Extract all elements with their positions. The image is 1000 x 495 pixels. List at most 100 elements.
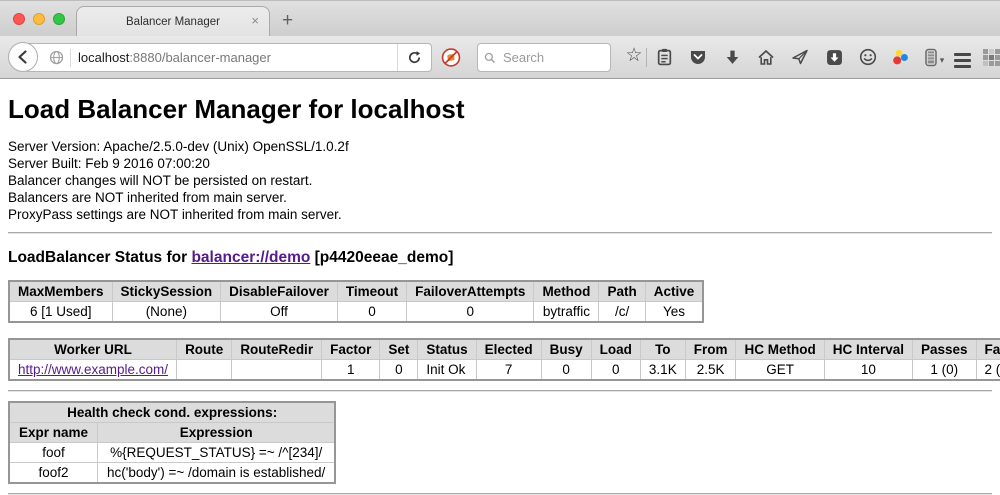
table-header-row: Expr name Expression	[9, 423, 335, 443]
health-table-title: Health check cond. expressions:	[9, 402, 335, 423]
heading-prefix: LoadBalancer Status for	[8, 249, 191, 266]
server-version: Server Version: Apache/2.5.0-dev (Unix) …	[8, 138, 992, 155]
tab-close-icon[interactable]: ×	[251, 14, 259, 28]
window-minimize-button[interactable]	[33, 13, 45, 25]
dropdown-caret-icon[interactable]: ▾	[936, 50, 948, 70]
toolbar-separator	[646, 48, 647, 67]
cell-active: Yes	[645, 302, 703, 323]
cell-stickysession: (None)	[112, 302, 221, 323]
col-header: Passes	[912, 339, 976, 360]
col-header: From	[685, 339, 736, 360]
cell-routeredir	[232, 360, 322, 381]
cell-passes: 1 (0)	[912, 360, 976, 381]
cell-from: 2.5K	[685, 360, 736, 381]
back-button[interactable]	[8, 42, 38, 72]
page-title: Load Balancer Manager for localhost	[8, 94, 992, 125]
table-title-row: Health check cond. expressions:	[9, 402, 335, 423]
video-download-icon[interactable]	[824, 47, 844, 67]
cell-busy: 0	[541, 360, 591, 381]
cell-expression: %{REQUEST_STATUS} =~ /^[234]/	[98, 443, 336, 463]
url-bar[interactable]: localhost:8880/balancer-manager	[24, 43, 432, 72]
col-header: Factor	[322, 339, 380, 360]
col-header: HC Method	[736, 339, 824, 360]
cell-load: 0	[591, 360, 640, 381]
server-built: Server Built: Feb 9 2016 07:00:20	[8, 155, 992, 172]
tiles-icon[interactable]	[981, 47, 1000, 67]
cell-to: 3.1K	[640, 360, 685, 381]
search-icon	[484, 51, 496, 65]
cell-elected: 7	[476, 360, 541, 381]
col-header: Timeout	[337, 281, 406, 302]
cell-set: 0	[380, 360, 418, 381]
col-header: To	[640, 339, 685, 360]
worker-url-link[interactable]: http://www.example.com/	[18, 362, 168, 377]
cell-method: bytraffic	[534, 302, 599, 323]
notice-proxypass: ProxyPass settings are NOT inherited fro…	[8, 206, 992, 223]
cell-expr-name: foof2	[9, 463, 98, 484]
url-host: localhost	[78, 50, 129, 65]
col-header: Status	[418, 339, 476, 360]
col-header: Path	[599, 281, 645, 302]
table-row: 6 [1 Used] (None) Off 0 0 bytraffic /c/ …	[9, 302, 703, 323]
col-header: Expression	[98, 423, 336, 443]
col-header: Active	[645, 281, 703, 302]
download-icon[interactable]	[722, 47, 742, 67]
send-icon[interactable]	[790, 47, 810, 67]
url-separator	[70, 49, 71, 67]
worker-row: http://www.example.com/ 1 0 Init Ok 7 0 …	[9, 360, 1000, 381]
clipboard-icon[interactable]	[654, 47, 674, 67]
balancer-demo-link[interactable]: balancer://demo	[191, 249, 310, 266]
notice-persist: Balancer changes will NOT be persisted o…	[8, 172, 992, 189]
table-row: foof2 hc('body') =~ /domain is establish…	[9, 463, 335, 484]
tab-bar: Balancer Manager × +	[0, 0, 1000, 36]
cell-expression: hc('body') =~ /domain is established/	[98, 463, 336, 484]
heading-suffix: [p4420eeae_demo]	[310, 249, 453, 266]
col-header: RouteRedir	[232, 339, 322, 360]
url-text[interactable]: localhost:8880/balancer-manager	[78, 50, 397, 65]
balancer-settings-table: MaxMembers StickySession DisableFailover…	[8, 280, 704, 323]
cell-failoverattempts: 0	[407, 302, 534, 323]
cell-status: Init Ok	[418, 360, 476, 381]
cell-timeout: 0	[337, 302, 406, 323]
new-tab-button[interactable]: +	[282, 10, 293, 32]
browser-window: Balancer Manager × + localhost:8880/bala…	[0, 0, 1000, 491]
server-info: Server Version: Apache/2.5.0-dev (Unix) …	[8, 138, 992, 223]
col-header: MaxMembers	[9, 281, 112, 302]
search-input[interactable]	[501, 49, 604, 66]
window-close-button[interactable]	[13, 13, 25, 25]
window-zoom-button[interactable]	[53, 13, 65, 25]
notice-balancers: Balancers are NOT inherited from main se…	[8, 189, 992, 206]
table-row: foof %{REQUEST_STATUS} =~ /^[234]/	[9, 443, 335, 463]
divider	[8, 232, 992, 234]
adblock-disabled-icon[interactable]	[441, 47, 461, 67]
pocket-icon[interactable]	[688, 47, 708, 67]
cell-expr-name: foof	[9, 443, 98, 463]
back-arrow-icon	[15, 49, 31, 65]
col-header: Route	[177, 339, 232, 360]
emoji-icon[interactable]	[858, 47, 878, 67]
col-header: Worker URL	[9, 339, 177, 360]
url-path: :8880/balancer-manager	[129, 50, 271, 65]
balancer-status-heading: LoadBalancer Status for balancer://demo …	[8, 249, 992, 267]
home-icon[interactable]	[756, 47, 776, 67]
cell-worker-url: http://www.example.com/	[9, 360, 177, 381]
cell-disablefailover: Off	[221, 302, 338, 323]
col-header: FailoverAttempts	[407, 281, 534, 302]
cell-route	[177, 360, 232, 381]
tab-title: Balancer Manager	[126, 16, 220, 28]
reload-icon	[407, 50, 422, 65]
search-bar[interactable]	[477, 43, 611, 72]
bookmark-star-icon[interactable]: ☆	[624, 45, 644, 65]
reload-button[interactable]	[397, 44, 431, 71]
navigation-toolbar: localhost:8880/balancer-manager	[0, 36, 1000, 79]
table-header-row: MaxMembers StickySession DisableFailover…	[9, 281, 703, 302]
globe-icon	[49, 50, 64, 65]
col-header: Elected	[476, 339, 541, 360]
cell-fails: 2 (0)	[976, 360, 1000, 381]
color-dots-icon[interactable]	[890, 47, 910, 67]
menu-icon[interactable]	[952, 50, 972, 70]
cell-hc-method: GET	[736, 360, 824, 381]
tab-balancer-manager[interactable]: Balancer Manager ×	[76, 6, 270, 36]
col-header: Expr name	[9, 423, 98, 443]
col-header: Method	[534, 281, 599, 302]
